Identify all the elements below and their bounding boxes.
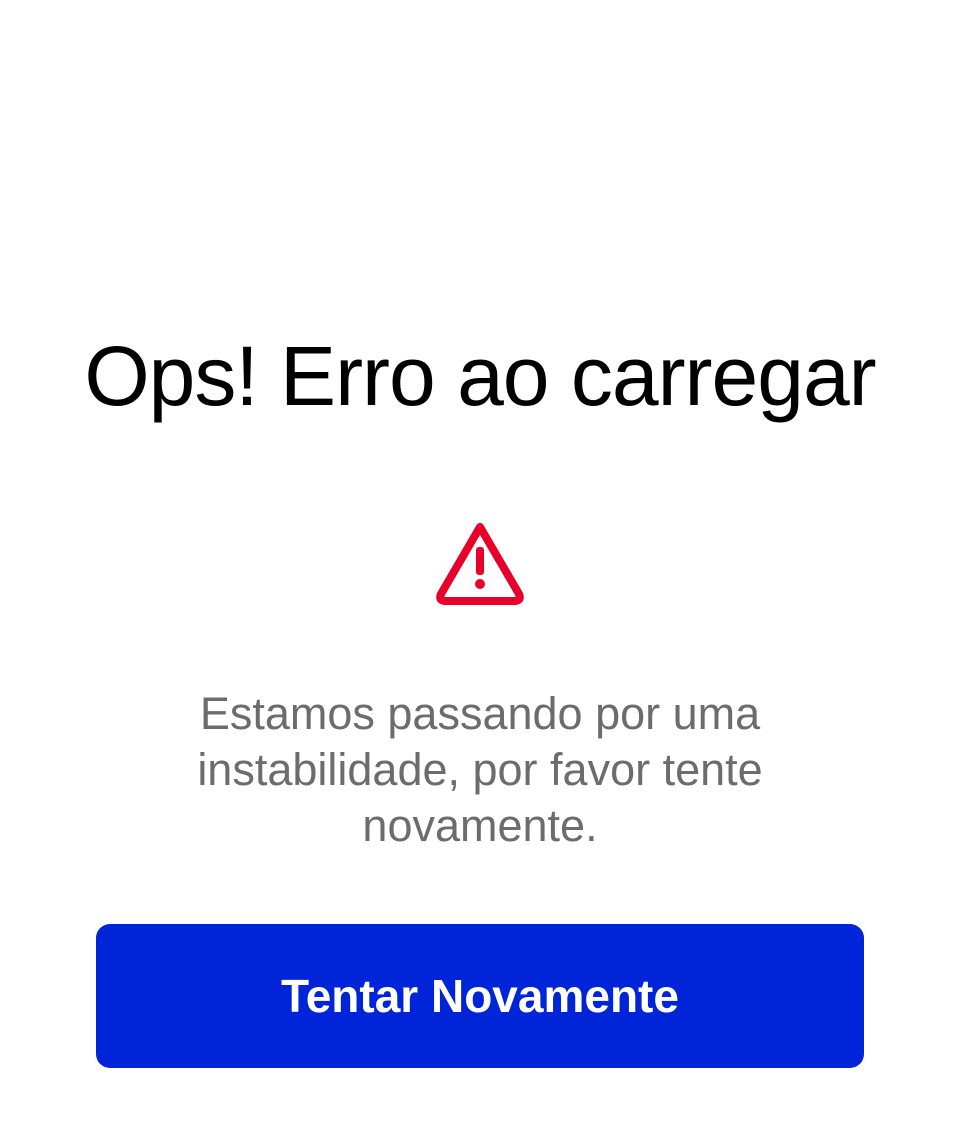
error-message: Estamos passando por uma instabilidade, … [197, 688, 763, 851]
error-screen: Ops! Erro ao carregar Estamos passando p… [0, 0, 960, 1140]
warning-triangle-icon [433, 520, 527, 608]
retry-button[interactable]: Tentar Novamente [96, 924, 864, 1068]
page-title: Ops! Erro ao carregar [84, 329, 876, 423]
